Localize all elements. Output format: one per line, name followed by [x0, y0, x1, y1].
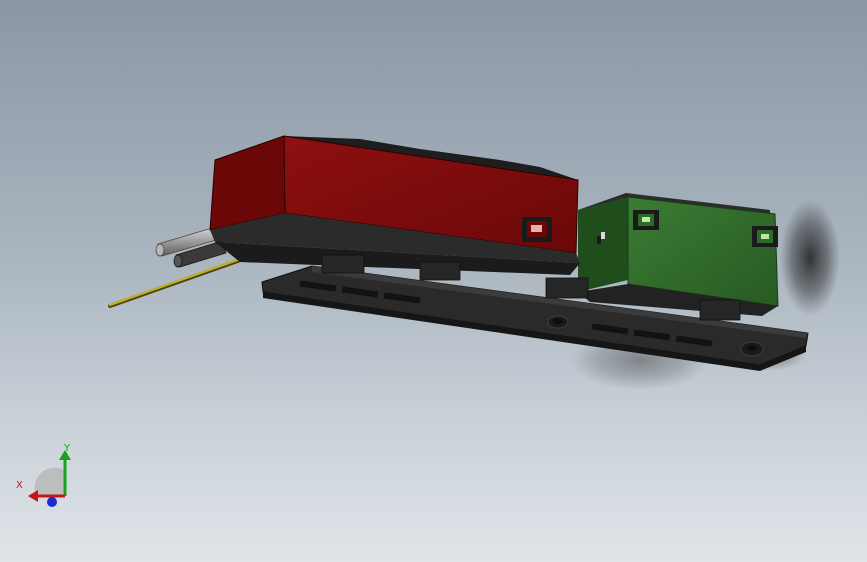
connector-port-red [522, 217, 552, 242]
model-scene[interactable] [0, 0, 867, 562]
triad-y-label: Y [64, 443, 71, 454]
connector-port-green-left [633, 210, 659, 230]
green-enclosure[interactable] [578, 193, 779, 316]
triad-x-label: X [16, 480, 23, 491]
bracket-mounting-hole-left [547, 315, 569, 329]
drop-shadow-right [780, 200, 840, 316]
reference-triad: Y X [14, 440, 84, 510]
connector-port-green-right [752, 226, 778, 247]
triad-z-axis-icon [47, 497, 57, 507]
triad-x-arrow-icon [28, 490, 38, 502]
graphics-viewport[interactable]: Y X [0, 0, 867, 562]
bracket-mounting-hole-right [740, 341, 764, 357]
red-enclosure[interactable] [209, 135, 580, 275]
